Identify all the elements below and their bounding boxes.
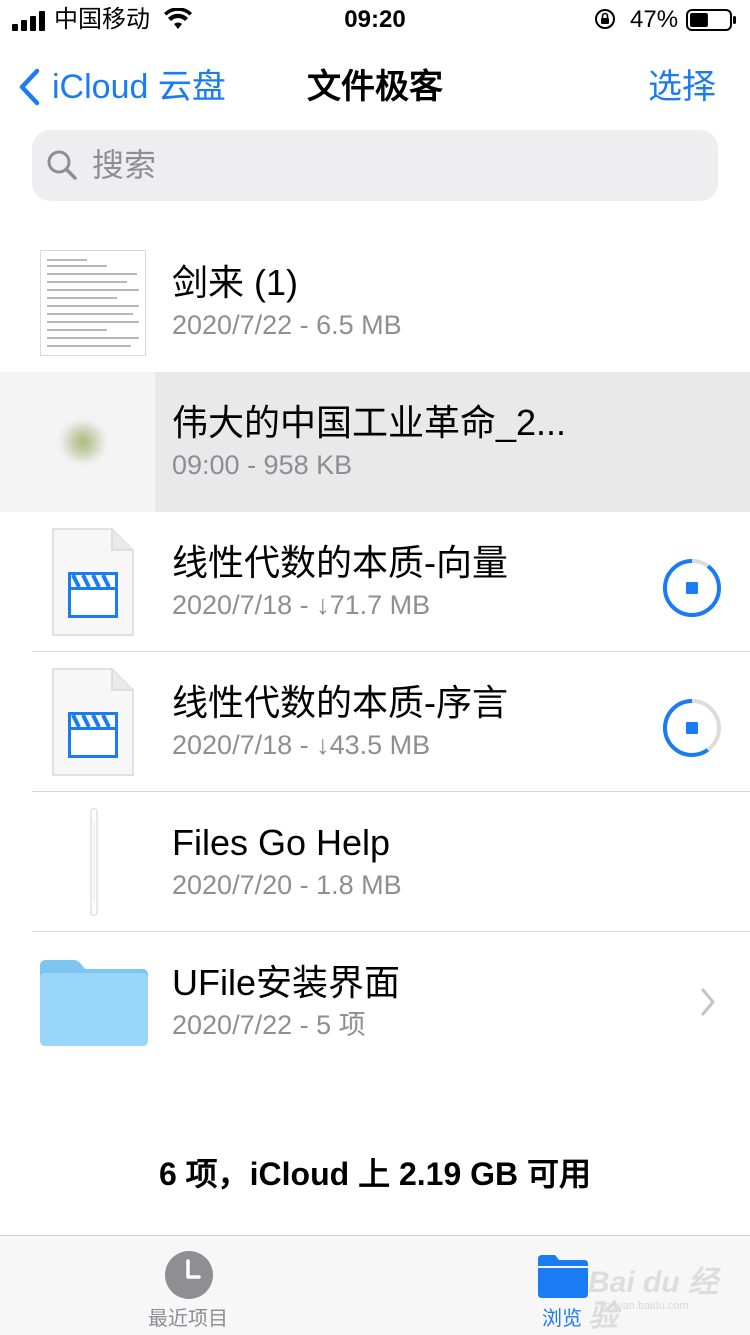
folder-icon (40, 960, 148, 1046)
file-row-gongye[interactable]: 伟大的中国工业革命_2... 09:00 - 958 KB (0, 372, 750, 512)
file-row-xiangliang[interactable]: 线性代数的本质-向量 2020/7/18 - ↓71.7 MB (0, 512, 750, 652)
search-icon (47, 150, 77, 180)
file-meta: 2020/7/22 - 6.5 MB (172, 310, 402, 340)
download-stop-button[interactable] (662, 698, 722, 758)
watermark-subtext: jingyan.baidu.com (600, 1300, 689, 1312)
storage-summary: 6 项，iCloud 上 2.19 GB 可用 (158, 1156, 592, 1192)
status-bar: 中国移动 09:20 47% (0, 0, 750, 40)
search-placeholder: 搜索 (92, 147, 157, 183)
file-meta: 2020/7/18 - ↓43.5 MB (172, 730, 431, 760)
folder-name: UFile安装界面 (172, 962, 401, 1003)
file-row-files-go-help[interactable]: Files Go Help 2020/7/20 - 1.8 MB (0, 792, 750, 932)
tab-recent-label: 最近项目 (148, 1308, 228, 1330)
chevron-right-icon (701, 988, 715, 1016)
battery-icon (686, 9, 736, 31)
document-thumbnail-icon (40, 250, 146, 356)
file-name: 伟大的中国工业革命_2... (172, 402, 567, 443)
navigation-bar: iCloud 云盘 文件极客 选择 (0, 56, 750, 116)
video-file-icon (52, 528, 134, 636)
file-row-jianlai[interactable]: 剑来 (1) 2020/7/22 - 6.5 MB (0, 232, 750, 372)
document-thumbnail-icon (90, 808, 98, 916)
search-field[interactable]: 搜索 (32, 130, 718, 201)
clock-icon (165, 1251, 213, 1299)
image-thumbnail-icon (0, 372, 155, 512)
file-name: 线性代数的本质-向量 (172, 542, 508, 583)
page-title: 文件极客 (307, 68, 443, 106)
file-meta: 2020/7/20 - 1.8 MB (172, 870, 402, 900)
file-meta: 09:00 - 958 KB (172, 450, 353, 480)
file-meta: 2020/7/18 - ↓71.7 MB (172, 590, 431, 620)
file-name: Files Go Help (172, 822, 391, 863)
video-file-icon (52, 668, 134, 776)
orientation-lock-icon (595, 9, 615, 29)
file-row-xuyan[interactable]: 线性代数的本质-序言 2020/7/18 - ↓43.5 MB (0, 652, 750, 792)
file-name: 剑来 (1) (172, 262, 299, 303)
file-name: 线性代数的本质-序言 (172, 682, 508, 723)
tab-recent[interactable]: 最近项目 (88, 1236, 288, 1335)
download-stop-button[interactable] (662, 558, 722, 618)
folder-row-ufile[interactable]: UFile安装界面 2020/7/22 - 5 项 (0, 932, 750, 1072)
watermark-logo: Bai du 经验 jingyan.baidu.com (586, 1262, 736, 1333)
folder-icon (538, 1255, 588, 1298)
battery-percent: 47% (630, 6, 679, 33)
folder-meta: 2020/7/22 - 5 项 (172, 1010, 366, 1040)
select-button[interactable]: 选择 (648, 64, 716, 110)
